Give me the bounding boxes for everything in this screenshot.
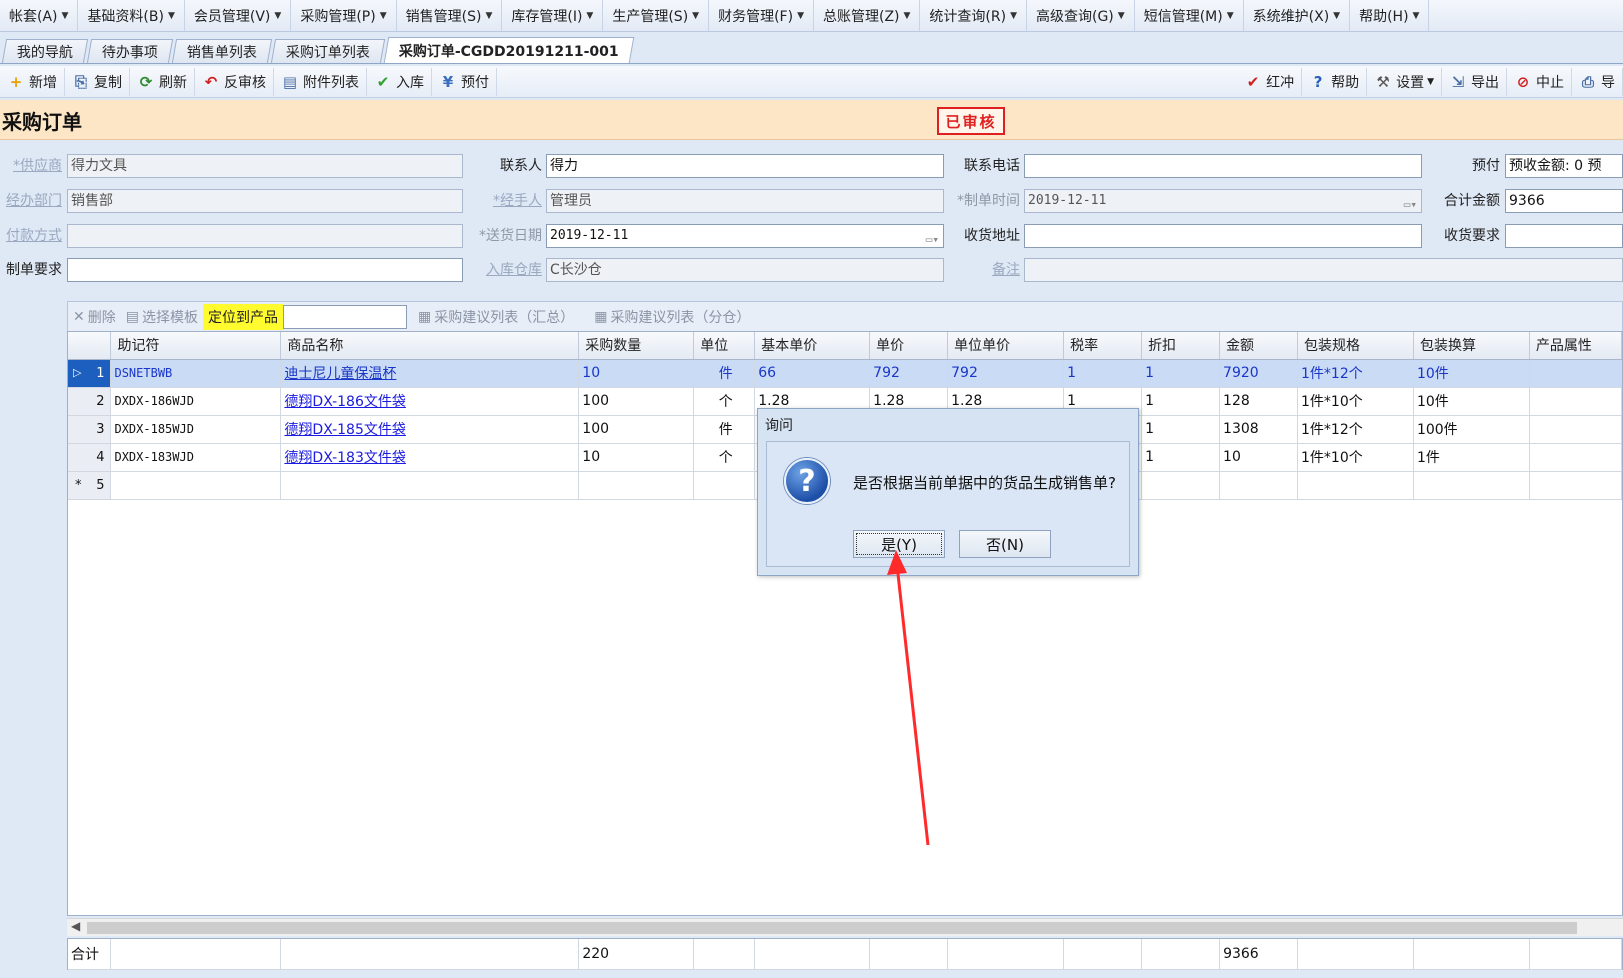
- annotation-arrow-overlay: [887, 550, 930, 846]
- arrow-head: [887, 550, 907, 575]
- arrow-shaft: [895, 564, 930, 846]
- annotation-arrow: [887, 550, 930, 846]
